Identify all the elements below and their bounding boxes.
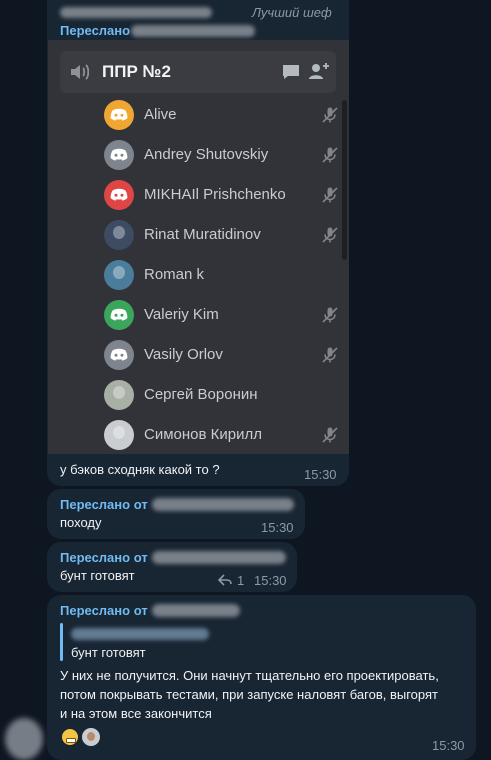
message-time: 15:30 [304, 467, 337, 482]
user-avatar [104, 260, 134, 290]
user-name: Сергей Воронин [144, 386, 258, 403]
voice-user-row[interactable]: MIKHAIl Prishchenko [104, 180, 339, 210]
forwarded-label[interactable]: Переслано [60, 23, 130, 38]
add-member-icon[interactable] [308, 62, 330, 80]
user-avatar [104, 140, 134, 170]
user-name: Andrey Shutovskiy [144, 146, 269, 163]
sender-name-redacted [60, 7, 212, 18]
chat-icon[interactable] [282, 64, 300, 80]
author-tag: Лучший шеф [252, 5, 332, 20]
user-avatar [104, 300, 134, 330]
user-avatar [104, 340, 134, 370]
user-name: Rinat Muratidinov [144, 226, 261, 243]
user-name: Симонов Кирилл [144, 426, 262, 443]
photo-avatar-icon [113, 386, 125, 399]
mic-muted-icon [322, 307, 338, 323]
mic-muted-icon [322, 347, 338, 363]
quote-block[interactable]: бунт готовят [60, 623, 464, 661]
reply-count[interactable]: 1 [237, 573, 244, 588]
user-avatar [104, 420, 134, 450]
voice-user-row[interactable]: Симонов Кирилл [104, 420, 339, 450]
message-text: походу [60, 515, 102, 530]
quote-author-redacted [71, 628, 209, 640]
photo-avatar-icon [113, 226, 125, 239]
message-text-line-3: и на этом все закончится [60, 706, 212, 721]
voice-user-row[interactable]: Vasily Orlov [104, 340, 339, 370]
discord-logo-icon [110, 188, 128, 201]
channel-name: ППР №2 [102, 62, 171, 81]
message-time: 15:30 [261, 520, 294, 535]
forward-source-redacted [152, 551, 286, 564]
user-name: MIKHAIl Prishchenko [144, 186, 286, 203]
forwarded-label[interactable]: Переслано от [60, 603, 148, 618]
quote-bar [60, 623, 63, 661]
message-time: 15:30 [432, 738, 465, 753]
user-avatar [104, 180, 134, 210]
voice-channel-header: ППР №2 [60, 51, 336, 93]
speaker-icon [71, 64, 90, 80]
user-name: Roman k [144, 266, 205, 283]
discord-logo-icon [110, 148, 128, 161]
forward-source-redacted [152, 498, 294, 511]
discord-screenshot[interactable]: ППР №2 Alive Andrey Shutovskiy MIKHAIl Pri… [48, 40, 349, 454]
mic-muted-icon [322, 227, 338, 243]
discord-logo-icon [110, 348, 128, 361]
mic-muted-icon [322, 147, 338, 163]
sender-avatar-redacted[interactable] [5, 718, 43, 760]
message-text: бунт готовят [60, 568, 135, 583]
forwarded-label[interactable]: Переслано от [60, 550, 148, 565]
photo-avatar-icon [113, 426, 125, 439]
user-avatar [104, 380, 134, 410]
voice-user-row[interactable]: Andrey Shutovskiy [104, 140, 339, 170]
reply-icon[interactable] [218, 574, 232, 586]
mic-muted-icon [322, 427, 338, 443]
voice-user-row[interactable]: Alive [104, 100, 339, 130]
voice-user-row[interactable]: Сергей Воронин [104, 380, 339, 410]
forward-source-redacted [131, 25, 255, 37]
user-name: Alive [144, 106, 177, 123]
forwarded-label[interactable]: Переслано от [60, 497, 148, 512]
voice-user-row[interactable]: Roman k [104, 260, 339, 290]
message-text: у бэков сходняк какой то ? [60, 462, 220, 477]
grinning-face-reaction[interactable] [62, 729, 78, 745]
user-avatar [104, 100, 134, 130]
scrollbar[interactable] [342, 100, 347, 260]
reaction-mouth [66, 738, 76, 743]
voice-user-row[interactable]: Rinat Muratidinov [104, 220, 339, 250]
photo-avatar-icon [113, 266, 125, 279]
user-name: Valeriy Kim [144, 306, 219, 323]
forward-source-redacted [152, 604, 240, 617]
mic-muted-icon [322, 187, 338, 203]
user-avatar [104, 220, 134, 250]
message-time: 15:30 [254, 573, 287, 588]
quote-text: бунт готовят [71, 645, 146, 660]
voice-user-row[interactable]: Valeriy Kim [104, 300, 339, 330]
avatar-face [87, 732, 95, 741]
user-name: Vasily Orlov [144, 346, 223, 363]
message-text-line-2: потом покрывать тестами, при запуске нал… [60, 687, 438, 702]
discord-logo-icon [110, 108, 128, 121]
message-text-line-1: У них не получится. Они начнут тщательно… [60, 668, 439, 683]
discord-logo-icon [110, 308, 128, 321]
mic-muted-icon [322, 107, 338, 123]
user-avatar-reaction[interactable] [82, 728, 100, 746]
